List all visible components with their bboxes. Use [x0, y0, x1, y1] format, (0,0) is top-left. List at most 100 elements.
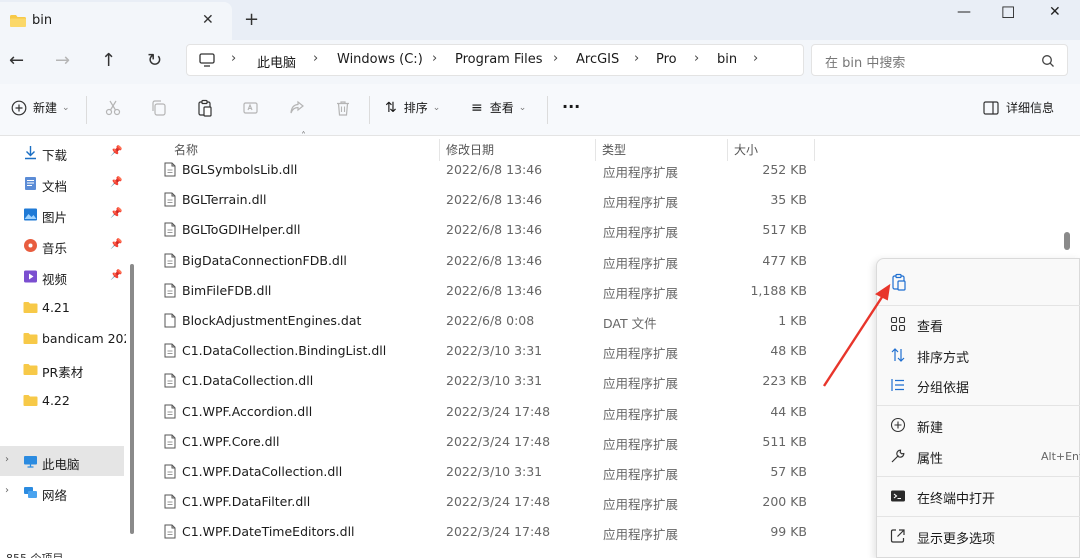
file-row[interactable]: BigDataConnectionFDB.dll 2022/6/8 13:46 应用…: [157, 246, 817, 276]
file-type: 应用程序扩展: [603, 165, 679, 180]
video-icon: [24, 270, 37, 283]
file-row[interactable]: BGLSymbolsLib.dll 2022/6/8 13:46 应用程序扩展 252…: [157, 155, 817, 185]
file-row[interactable]: C1.DataCollection.BindingList.dll 2022/3/…: [157, 336, 817, 366]
menu-item-view[interactable]: 查看: [877, 309, 1080, 339]
menu-item-label: 查看: [917, 320, 944, 335]
back-arrow-icon[interactable]: ←: [9, 50, 24, 71]
file-name: C1.WPF.Accordion.dll: [182, 403, 313, 419]
sidebar-item-label: bandicam 2024: [42, 331, 126, 346]
sidebar-item-music[interactable]: 音乐 📌: [0, 230, 124, 260]
breadcrumb-arcgis[interactable]: ArcGIS: [576, 52, 619, 67]
sidebar-item-folder-pr[interactable]: PR素材: [0, 354, 124, 384]
dll-file-icon: [164, 524, 176, 539]
file-row[interactable]: C1.WPF.Core.dll 2022/3/24 17:48 应用程序扩展 511 …: [157, 427, 817, 457]
file-name: BimFileFDB.dll: [182, 282, 272, 298]
file-row[interactable]: BimFileFDB.dll 2022/6/8 13:46 应用程序扩展 1,188 …: [157, 276, 817, 306]
breadcrumb-windows-c[interactable]: Windows (C:): [337, 52, 423, 67]
file-row[interactable]: C1.WPF.DataFilter.dll 2022/3/24 17:48 应用程序…: [157, 487, 817, 517]
toolbar-divider: [547, 96, 548, 124]
menu-item-new[interactable]: 新建: [877, 410, 1080, 440]
search-input[interactable]: 在 bin 中搜索: [811, 44, 1068, 76]
details-pane-button[interactable]: 详细信息: [983, 99, 1054, 116]
tab-bin[interactable]: bin ✕: [0, 2, 232, 40]
more-options-button[interactable]: ···: [562, 97, 580, 116]
file-row[interactable]: C1.WPF.Accordion.dll 2022/3/24 17:48 应用程序扩…: [157, 397, 817, 427]
paste-icon[interactable]: [196, 99, 214, 117]
search-placeholder: 在 bin 中搜索: [825, 56, 906, 71]
breadcrumb-separator: ›: [553, 51, 559, 66]
file-type: 应用程序扩展: [603, 467, 679, 482]
dll-file-icon: [164, 343, 176, 358]
breadcrumb-separator: ›: [694, 51, 700, 66]
file-type: DAT 文件: [603, 316, 657, 331]
file-row[interactable]: BGLToGDIHelper.dll 2022/6/8 13:46 应用程序扩展 51…: [157, 215, 817, 245]
rename-icon[interactable]: [242, 99, 260, 117]
file-size: 57 KB: [770, 464, 807, 479]
folder-icon: [23, 364, 38, 375]
refresh-icon[interactable]: ↻: [147, 50, 162, 71]
sidebar-item-downloads[interactable]: 下载 📌: [0, 137, 124, 167]
dll-file-icon: [164, 192, 176, 207]
file-row[interactable]: C1.WPF.DataCollection.dll 2022/3/10 3:31 应…: [157, 457, 817, 487]
sidebar-item-network[interactable]: › 网络: [0, 477, 124, 507]
sidebar-item-pictures[interactable]: 图片 📌: [0, 199, 124, 229]
menu-item-sort-by[interactable]: 排序方式: [877, 340, 1080, 370]
chevron-right-icon[interactable]: ›: [5, 454, 9, 465]
menu-item-label: 排序方式: [917, 351, 970, 366]
new-tab-button[interactable]: +: [244, 9, 259, 30]
sidebar-item-folder-4-21[interactable]: 4.21: [0, 292, 124, 322]
delete-icon[interactable]: [334, 99, 352, 117]
folder-icon: [23, 302, 38, 313]
breadcrumb-program-files[interactable]: Program Files: [455, 52, 543, 67]
file-date: 2022/3/24 17:48: [446, 494, 551, 510]
file-row[interactable]: BlockAdjustmentEngines.dat 2022/6/8 0:08 D…: [157, 306, 817, 336]
file-date: 2022/3/24 17:48: [446, 433, 551, 449]
sidebar-item-folder-bandicam[interactable]: bandicam 2024: [0, 323, 126, 353]
sidebar-item-folder-4-22[interactable]: 4.22: [0, 385, 124, 415]
maximize-button[interactable]: ☐: [1001, 3, 1015, 22]
menu-item-group-by[interactable]: 分组依据: [877, 370, 1080, 400]
up-arrow-icon[interactable]: ↑: [101, 50, 116, 71]
forward-arrow-icon[interactable]: →: [55, 50, 70, 71]
close-window-button[interactable]: ✕: [1049, 4, 1061, 20]
cut-icon[interactable]: [104, 99, 122, 117]
share-icon[interactable]: [288, 99, 306, 117]
breadcrumb-pro[interactable]: Pro: [656, 52, 677, 67]
breadcrumb-this-pc[interactable]: 此电脑: [257, 52, 296, 71]
monitor-icon: [24, 456, 37, 468]
view-button[interactable]: ≡ 查看 ⌄: [471, 99, 526, 116]
file-size: 477 KB: [762, 252, 807, 268]
minimize-button[interactable]: —: [957, 4, 971, 20]
menu-divider: [877, 405, 1080, 406]
sidebar-item-documents[interactable]: 文档 📌: [0, 168, 124, 198]
close-tab-icon[interactable]: ✕: [202, 12, 214, 28]
paste-icon[interactable]: [890, 273, 908, 291]
menu-item-show-more[interactable]: 显示更多选项: [877, 521, 1080, 551]
sidebar-item-videos[interactable]: 视频 📌: [0, 261, 124, 291]
menu-item-open-terminal[interactable]: 在终端中打开: [877, 481, 1080, 511]
pin-icon: 📌: [110, 208, 123, 219]
file-list-scrollbar[interactable]: [1064, 232, 1070, 250]
breadcrumb-separator: ›: [313, 51, 319, 66]
dll-file-icon: [164, 162, 176, 177]
copy-icon[interactable]: [150, 99, 168, 117]
address-bar[interactable]: › 此电脑 › Windows (C:) › Program Files › A…: [186, 44, 804, 76]
file-size: 99 KB: [770, 524, 807, 540]
pin-icon: 📌: [110, 177, 123, 188]
breadcrumb-bin[interactable]: bin: [717, 52, 737, 67]
chevron-right-icon[interactable]: ›: [5, 485, 9, 496]
file-size: 517 KB: [762, 222, 807, 238]
file-row[interactable]: C1.DataCollection.dll 2022/3/10 3:31 应用程序扩…: [157, 366, 817, 396]
file-row[interactable]: BGLTerrain.dll 2022/6/8 13:46 应用程序扩展 35 KB: [157, 185, 817, 215]
sort-button[interactable]: ⇅ 排序 ⌄: [385, 99, 440, 116]
network-icon: [24, 487, 37, 498]
menu-item-properties[interactable]: 属性 Alt+Enter: [877, 441, 1080, 471]
file-row[interactable]: C1.WPF.DateTimeEditors.dll 2022/3/24 17:4…: [157, 517, 817, 547]
chevron-down-icon: ⌄: [432, 102, 441, 113]
breadcrumb-separator[interactable]: ›: [753, 51, 758, 66]
sidebar-scrollbar[interactable]: [130, 264, 134, 534]
sidebar-item-this-pc[interactable]: › 此电脑: [0, 446, 124, 476]
menu-divider: [877, 476, 1080, 477]
new-button[interactable]: 新建 ⌄: [11, 99, 70, 116]
pin-icon: 📌: [110, 239, 123, 250]
